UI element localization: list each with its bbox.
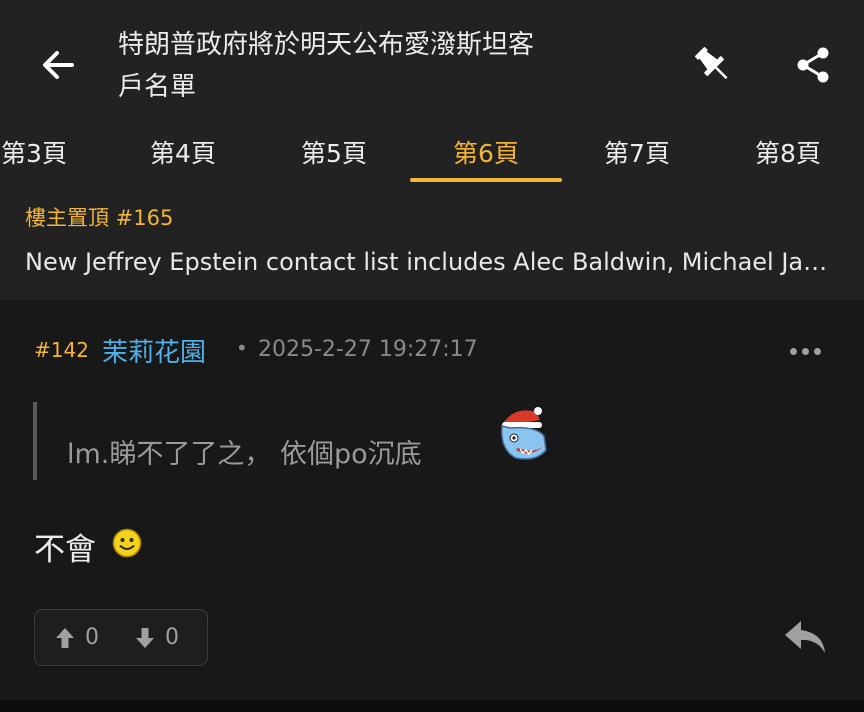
thread-header: 特朗普政府將於明天公布愛潑斯坦客 戶名單 第3頁 第4頁 第5頁 第6頁 第7頁…: [0, 0, 864, 300]
arrow-up-icon: [56, 627, 74, 648]
thread-title: 特朗普政府將於明天公布愛潑斯坦客 戶名單: [118, 24, 638, 108]
pin-button[interactable]: [688, 40, 738, 90]
vote-box: 0 0: [34, 609, 208, 666]
share-button[interactable]: [788, 40, 838, 90]
more-dot-icon: [801, 347, 809, 355]
reply-arrow-icon: [785, 621, 825, 653]
thread-title-line-2: 戶名單: [118, 72, 197, 102]
upvote-button[interactable]: 0: [55, 610, 99, 665]
post-meta: #142 茉莉花園 • 2025-2-27 19:27:17: [34, 332, 834, 368]
post-content: 不會: [34, 532, 96, 568]
reply-button[interactable]: [780, 614, 830, 660]
arrow-left-icon: [43, 51, 74, 79]
downvote-count: 0: [165, 625, 179, 650]
quote-bar: [33, 402, 37, 480]
page-tabs: 第3頁 第4頁 第5頁 第6頁 第7頁 第8頁: [0, 128, 864, 184]
meta-separator: •: [236, 336, 248, 360]
tab-page-8[interactable]: 第8頁: [712, 128, 864, 184]
upvote-count: 0: [85, 625, 99, 650]
pinned-label: 樓主置頂 #165: [25, 206, 174, 230]
dragon-sticker-icon: [501, 407, 547, 460]
bottom-edge: [0, 700, 864, 712]
more-dot-icon: [813, 347, 821, 355]
quoted-text: lm.睇不了了之， 依個po沉底: [67, 439, 422, 470]
more-dot-icon: [789, 347, 797, 355]
post-timestamp: 2025-2-27 19:27:17: [258, 337, 478, 362]
tab-page-6[interactable]: 第6頁: [410, 128, 562, 184]
tab-page-5[interactable]: 第5頁: [258, 128, 410, 184]
smiley-emoji-icon: [112, 528, 142, 558]
active-tab-indicator: [410, 178, 562, 182]
back-button[interactable]: [28, 38, 88, 92]
username[interactable]: 茉莉花園: [102, 332, 206, 369]
pushpin-icon: [695, 47, 728, 80]
share-icon: [797, 47, 829, 83]
pinned-post[interactable]: 樓主置頂 #165 New Jeffrey Epstein contact li…: [0, 196, 864, 300]
post-number: #142: [34, 338, 89, 362]
downvote-button[interactable]: 0: [135, 610, 179, 665]
thread-title-line-1: 特朗普政府將於明天公布愛潑斯坦客: [118, 30, 535, 60]
more-options-button[interactable]: [782, 334, 828, 368]
tab-page-7[interactable]: 第7頁: [561, 128, 713, 184]
tab-page-3[interactable]: 第3頁: [0, 128, 110, 184]
pinned-text: New Jeffrey Epstein contact list include…: [25, 248, 840, 276]
tab-page-4[interactable]: 第4頁: [107, 128, 259, 184]
thread-screen: 特朗普政府將於明天公布愛潑斯坦客 戶名單 第3頁 第4頁 第5頁 第6頁 第7頁…: [0, 0, 864, 712]
arrow-down-icon: [136, 627, 154, 648]
